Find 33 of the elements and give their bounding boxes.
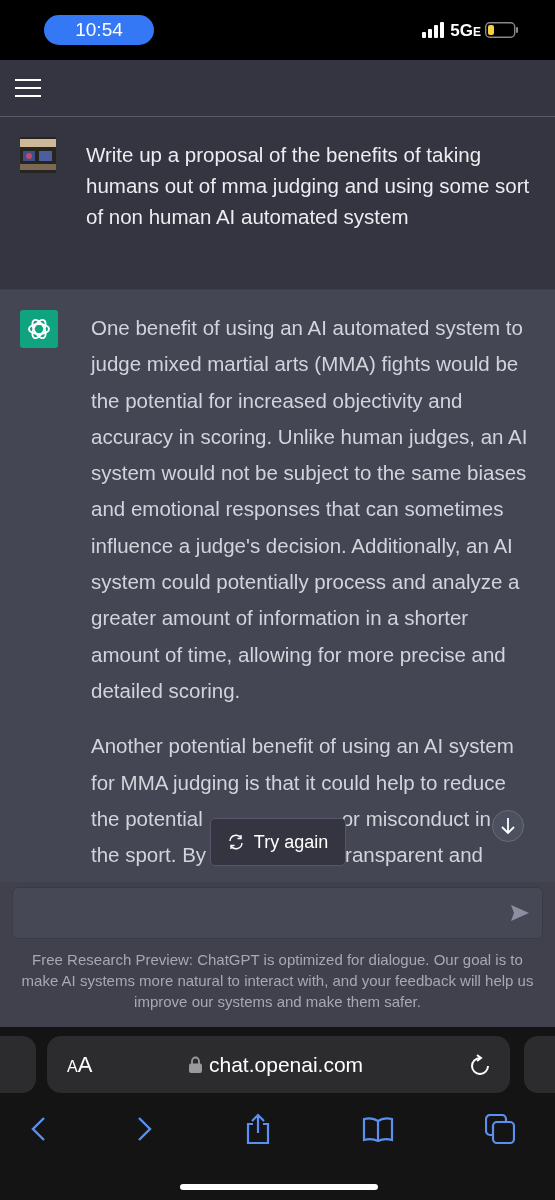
back-button[interactable] — [30, 1116, 46, 1142]
lock-icon — [189, 1056, 202, 1073]
url-text: chat.openai.com — [209, 1051, 364, 1078]
signal-icon — [422, 22, 447, 38]
address-bar[interactable]: AA chat.openai.com — [47, 1036, 510, 1093]
forward-button[interactable] — [136, 1116, 153, 1142]
tabs-button[interactable] — [485, 1114, 515, 1144]
message-paragraph: Write up a proposal of the benefits of taking humans out of mma judging and using some sort of non human AI automated system — [86, 142, 531, 230]
back-icon — [30, 1116, 46, 1142]
tabs-icon — [485, 1114, 515, 1144]
network-label: 5GE — [450, 21, 481, 39]
message-text: ransparent and — [345, 842, 483, 869]
message-input-field[interactable] — [12, 887, 543, 939]
send-button[interactable] — [510, 904, 530, 922]
refresh-icon — [227, 834, 244, 850]
message-text: the potential — [91, 805, 203, 832]
message-text: for MMA judging is that it could help to reduce — [91, 769, 506, 796]
arrow-down-icon — [500, 817, 516, 835]
disclaimer-text: Free Research Preview: ChatGPT is optimized for dialogue. Our goal is to make AI systems more natural to interact with, and your feedback will help us improve our systems and make them safer. — [20, 950, 535, 1012]
menu-icon — [15, 78, 41, 98]
send-icon — [510, 904, 530, 922]
menu-button[interactable] — [15, 78, 41, 98]
bookmarks-button[interactable] — [362, 1116, 395, 1142]
forward-icon — [136, 1116, 153, 1142]
clock-time: 10:54 — [44, 15, 154, 45]
assistant-logo-icon — [20, 310, 58, 348]
message-text: Another potential benefit of using an AI system — [91, 733, 514, 760]
text-size-button[interactable]: AA — [67, 1048, 137, 1081]
battery-icon — [485, 22, 519, 38]
bookmarks-icon — [362, 1116, 395, 1142]
message-paragraph: One benefit of using an AI automated system to judge mixed martial arts (MMA) fights would be the potential for increased objectivity and accuracy in scoring. Unlike human judges, an AI system would not be subject to the same biases and emotional responses that can sometimes influence a judge's decision. Additionally, an AI system could potentially process and analyze a greater amount of information in a shorter amount of time, allowing for more precise and detailed scoring. — [91, 315, 529, 704]
message-text: the sport. By — [91, 842, 207, 869]
reload-icon[interactable] — [470, 1053, 490, 1076]
